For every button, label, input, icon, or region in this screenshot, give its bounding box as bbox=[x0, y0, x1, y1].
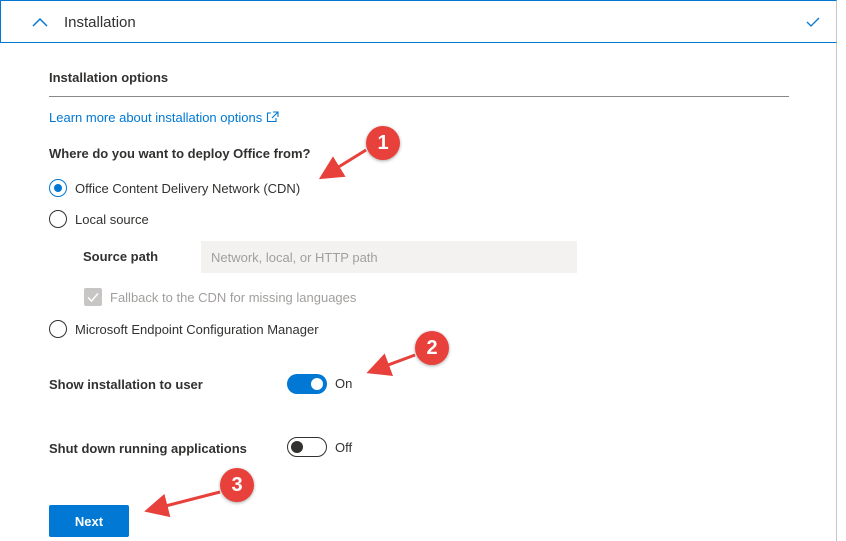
fallback-label: Fallback to the CDN for missing language… bbox=[110, 289, 357, 305]
toggle-knob bbox=[291, 441, 303, 453]
radio-cdn[interactable]: Office Content Delivery Network (CDN) bbox=[49, 179, 300, 197]
annotation-badge-3: 3 bbox=[220, 468, 254, 502]
radio-button[interactable] bbox=[49, 210, 67, 228]
checkmark-icon bbox=[805, 15, 821, 34]
show-installation-toggle[interactable] bbox=[287, 374, 327, 394]
installation-section-header[interactable]: Installation bbox=[0, 0, 837, 43]
fallback-checkbox-row: Fallback to the CDN for missing language… bbox=[84, 288, 356, 306]
shut-down-apps-label: Shut down running applications bbox=[49, 441, 247, 456]
annotation-arrow-2 bbox=[366, 353, 416, 376]
shut-down-apps-state: Off bbox=[335, 440, 353, 455]
section-title: Installation bbox=[64, 14, 136, 31]
toggle-knob bbox=[311, 378, 323, 390]
radio-button[interactable] bbox=[49, 179, 67, 197]
learn-more-link[interactable]: Learn more about installation options bbox=[49, 110, 279, 126]
checkmark-icon bbox=[87, 293, 99, 303]
learn-more-label: Learn more about installation options bbox=[49, 110, 263, 125]
chevron-up-icon[interactable] bbox=[31, 15, 49, 34]
annotation-arrow-1 bbox=[318, 148, 367, 180]
annotation-badge-1: 1 bbox=[366, 126, 400, 160]
radio-button[interactable] bbox=[49, 320, 67, 338]
show-installation-state: On bbox=[335, 376, 353, 391]
panel-border bbox=[836, 43, 837, 541]
deploy-question: Where do you want to deploy Office from? bbox=[49, 146, 311, 161]
radio-label: Local source bbox=[75, 211, 149, 227]
annotation-badge-2: 2 bbox=[415, 331, 449, 365]
radio-mecm[interactable]: Microsoft Endpoint Configuration Manager bbox=[49, 320, 319, 338]
external-link-icon bbox=[266, 111, 279, 126]
next-button[interactable]: Next bbox=[49, 505, 129, 537]
radio-label: Microsoft Endpoint Configuration Manager bbox=[75, 321, 319, 337]
source-path-label: Source path bbox=[83, 249, 159, 264]
installation-options-title: Installation options bbox=[49, 70, 169, 85]
source-path-input[interactable] bbox=[201, 241, 577, 273]
radio-label: Office Content Delivery Network (CDN) bbox=[75, 180, 301, 196]
radio-local-source[interactable]: Local source bbox=[49, 210, 149, 228]
show-installation-label: Show installation to user bbox=[49, 377, 203, 392]
fallback-checkbox bbox=[84, 288, 102, 306]
shut-down-apps-toggle[interactable] bbox=[287, 437, 327, 457]
annotation-arrow-3 bbox=[144, 490, 221, 518]
divider bbox=[49, 96, 789, 97]
